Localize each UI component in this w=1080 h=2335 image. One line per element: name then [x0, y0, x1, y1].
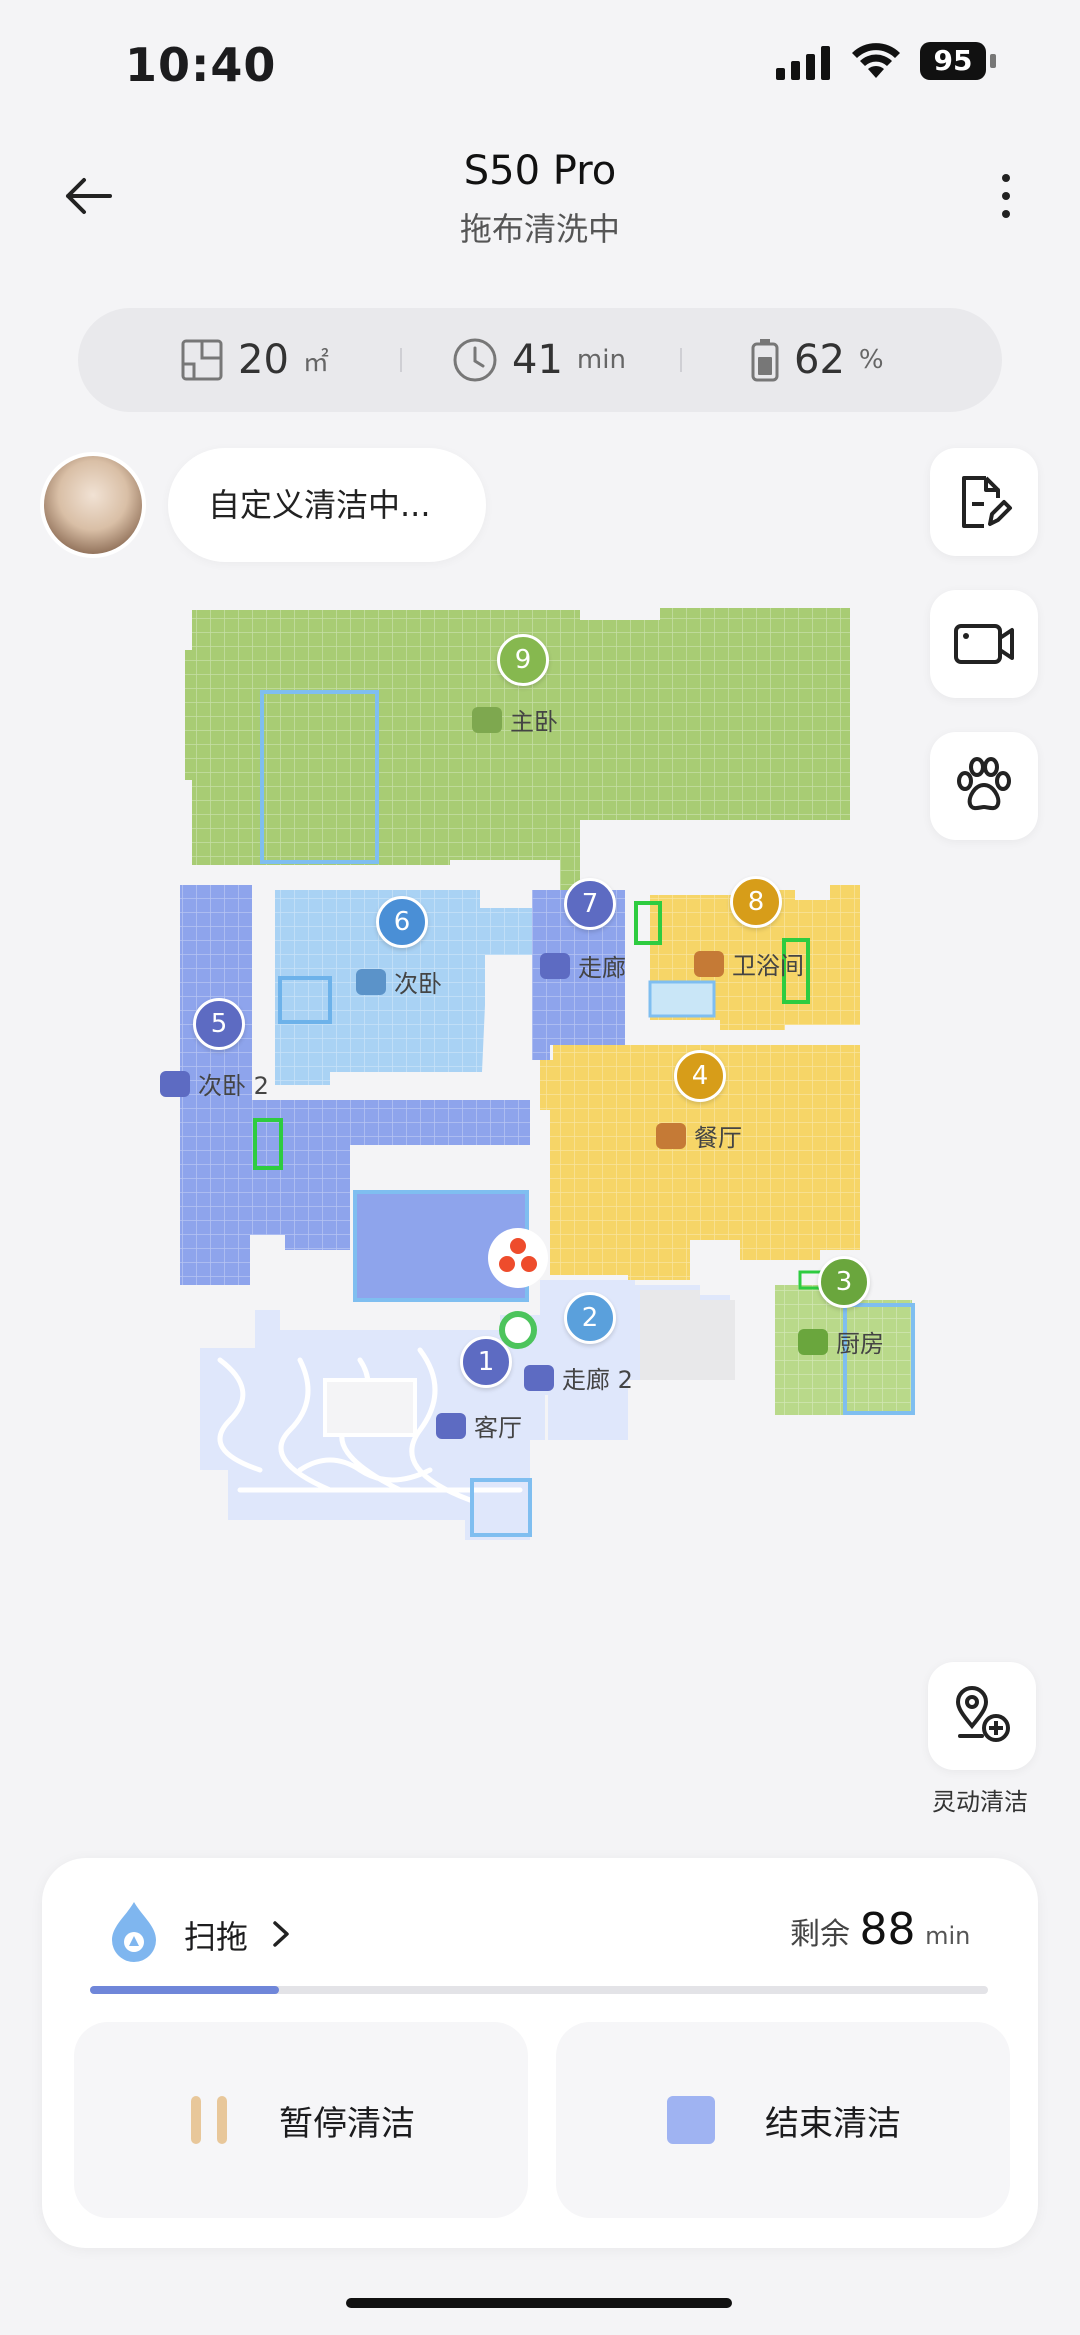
battery-value: 62 [794, 337, 845, 383]
room-name-second-bedroom: 次卧 [394, 970, 442, 998]
dynamic-clean-button[interactable] [928, 1662, 1036, 1770]
room-badge-4[interactable]: 4 [674, 1050, 726, 1102]
battery-unit: % [858, 345, 884, 375]
battery-stat: 62 % [750, 308, 884, 412]
battery-icon [751, 339, 779, 382]
device-status: 拖布清洗中 [459, 210, 620, 248]
edit-map-button[interactable] [930, 448, 1038, 556]
status-bubble: 自定义清洁中... [168, 448, 486, 562]
room-name-bathroom: 卫浴间 [732, 952, 804, 980]
stop-icon [667, 2096, 715, 2144]
room-badge-6[interactable]: 6 [376, 896, 428, 948]
pause-icon [191, 2096, 227, 2144]
room-label-master-bedroom[interactable]: 主卧 [472, 702, 558, 737]
pause-cleaning-button[interactable]: 暂停清洁 [74, 2022, 528, 2218]
room-name-kitchen: 厨房 [836, 1330, 884, 1358]
area-icon [181, 339, 223, 381]
remaining-label: 剩余 [790, 1917, 850, 1952]
area-stat: 20 ㎡ [180, 308, 329, 412]
status-time: 10:40 [125, 38, 277, 92]
time-unit: min [576, 345, 626, 375]
area-value: 20 [238, 337, 289, 383]
room-label-bathroom[interactable]: 卫浴间 [694, 946, 804, 981]
user-avatar[interactable] [40, 452, 146, 558]
room-badge-1[interactable]: 1 [460, 1336, 512, 1388]
bed-icon [356, 968, 386, 995]
room-badge-7[interactable]: 7 [564, 878, 616, 930]
progress-fill [90, 1986, 279, 1994]
cleaning-mode-button[interactable]: 扫拖 [184, 1912, 290, 1958]
room-label-hallway[interactable]: 走廊 [540, 948, 626, 983]
cleaning-mode-label: 扫拖 [184, 1918, 249, 1956]
room-name-hallway-2: 走廊 2 [562, 1366, 633, 1394]
device-title: S50 Pro [463, 148, 617, 194]
location-add-icon [955, 1686, 1010, 1742]
room-label-dining[interactable]: 餐厅 [656, 1118, 742, 1153]
door-icon [540, 952, 570, 979]
dock-icon [499, 1311, 537, 1349]
time-stat: 41 min [452, 308, 626, 412]
signal-icon [776, 46, 830, 80]
wifi-icon [852, 43, 900, 78]
room-badge-3[interactable]: 3 [818, 1256, 870, 1308]
sweep-mop-mode-icon[interactable] [98, 1898, 170, 1962]
chevron-right-icon [272, 1918, 290, 1956]
more-options-icon[interactable] [996, 172, 1016, 220]
room-name-second-bedroom-2: 次卧 2 [198, 1072, 269, 1100]
pause-label: 暂停清洁 [279, 2103, 415, 2144]
room-name-living-room: 客厅 [474, 1414, 522, 1442]
room-badge-9[interactable]: 9 [497, 634, 549, 686]
room-label-living-room[interactable]: 客厅 [436, 1408, 522, 1443]
stop-cleaning-button[interactable]: 结束清洁 [556, 2022, 1010, 2218]
edit-map-icon [962, 476, 1012, 528]
time-value: 41 [512, 337, 563, 383]
door-icon [524, 1364, 554, 1391]
room-label-hallway-2[interactable]: 走廊 2 [524, 1360, 633, 1395]
dining-icon [656, 1122, 686, 1149]
room-badge-2[interactable]: 2 [564, 1292, 616, 1344]
bed-icon [472, 706, 502, 733]
remaining-value: 88 [859, 1904, 916, 1955]
area-unit: ㎡ [302, 347, 329, 378]
battery-tip [990, 54, 996, 68]
bed-icon [160, 1070, 190, 1097]
floor-map[interactable]: 9 主卧 6 次卧 7 走廊 8 卫浴间 5 次卧 2 4 餐厅 3 厨房 2 … [0, 590, 1080, 1590]
room-label-kitchen[interactable]: 厨房 [798, 1324, 884, 1359]
room-name-master-bedroom: 主卧 [510, 708, 558, 736]
stop-label: 结束清洁 [765, 2103, 901, 2144]
home-indicator[interactable] [346, 2298, 732, 2308]
clock-icon [453, 338, 497, 382]
bathtub-icon [694, 950, 724, 977]
remaining-time: 剩余 88 min [790, 1904, 970, 1955]
room-badge-8[interactable]: 8 [730, 876, 782, 928]
cleaning-progress-bar [90, 1986, 988, 1994]
sofa-icon [436, 1412, 466, 1439]
cleaning-stats-bar: 20 ㎡ 41 min 62 % [78, 308, 1002, 412]
room-label-second-bedroom-2[interactable]: 次卧 2 [160, 1066, 269, 1101]
dynamic-clean-label: 灵动清洁 [932, 1788, 1028, 1816]
battery-indicator: 95 [920, 42, 986, 80]
stove-icon [798, 1328, 828, 1355]
room-name-hallway: 走廊 [578, 954, 626, 982]
room-name-dining: 餐厅 [694, 1124, 742, 1152]
room-badge-5[interactable]: 5 [193, 998, 245, 1050]
room-label-second-bedroom[interactable]: 次卧 [356, 964, 442, 999]
remaining-unit: min [925, 1922, 971, 1950]
